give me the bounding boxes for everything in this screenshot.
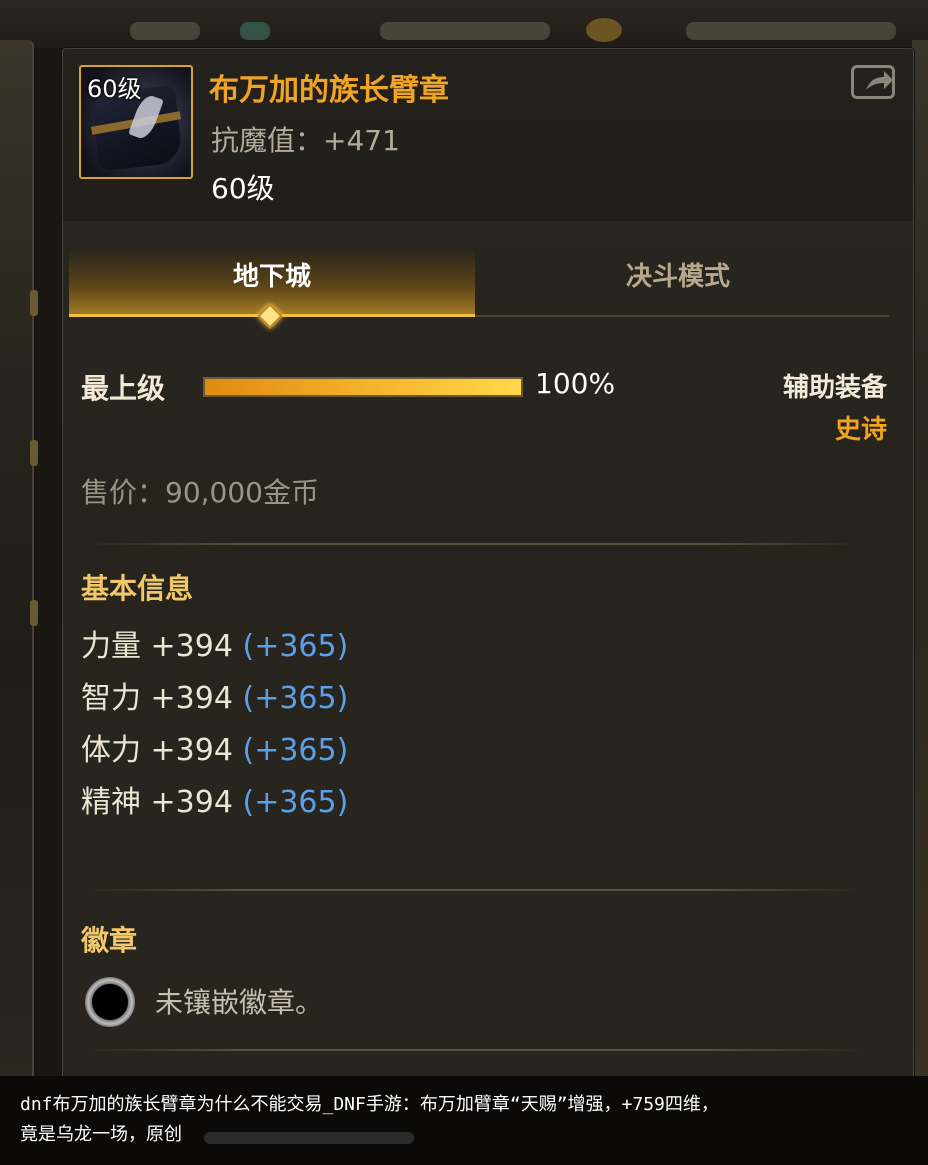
sell-price: 售价：90,000金币 (81, 476, 319, 509)
stat-list: 力量 +394 (+365) 智力 +394 (+365) 体力 +394 (+… (81, 621, 348, 829)
item-required-level: 60级 (211, 172, 275, 205)
background-pip (30, 440, 38, 466)
background-left-panel (0, 40, 38, 1080)
stat-bonus: (+365) (242, 785, 349, 820)
emblem-socket-ring (85, 977, 135, 1027)
basic-info-title: 基本信息 (81, 572, 194, 605)
equipment-type: 辅助装备 (782, 373, 887, 403)
grade-progress-bar (203, 377, 523, 397)
item-magic-defense: 抗魔值：+471 (211, 124, 400, 157)
stat-row-strength: 力量 +394 (+365) (81, 621, 348, 673)
stat-value: 体力 +394 (81, 733, 233, 768)
caption-line-2: 竟是乌龙一场，原创 (20, 1124, 182, 1145)
grade-percent: 100% (535, 367, 616, 400)
divider (85, 543, 863, 545)
caption-overlay: dnf布万加的族长臂章为什么不能交易_DNF手游：布万加臂章“天赐”增强，+75… (0, 1076, 928, 1165)
equipment-rarity: 史诗 (834, 415, 887, 445)
tab-pvp[interactable]: 决斗模式 (475, 249, 881, 315)
background-blur (380, 22, 550, 40)
stat-bonus: (+365) (242, 629, 349, 664)
background-top-bar (0, 0, 928, 48)
item-tooltip-panel: 60级 布万加的族长臂章 抗魔值：+471 60级 地下城 决斗模式 最上级 1… (62, 48, 914, 1082)
background-coin-icon (586, 18, 622, 42)
grade-progress-fill (205, 379, 521, 395)
item-armband-icon: 60级 (79, 65, 193, 179)
share-arrow-icon (866, 71, 893, 90)
item-name: 布万加的族长臂章 (209, 73, 449, 108)
stat-row-vitality: 体力 +394 (+365) (81, 725, 348, 777)
background-pip (30, 600, 38, 626)
caption-text: dnf布万加的族长臂章为什么不能交易_DNF手游：布万加臂章“天赐”增强，+75… (20, 1090, 900, 1150)
background-pip (30, 290, 38, 316)
mode-tabs: 地下城 决斗模式 (69, 249, 889, 329)
stat-value: 力量 +394 (81, 629, 233, 664)
caption-line-1: dnf布万加的族长臂章为什么不能交易_DNF手游：布万加臂章“天赐”增强，+75… (20, 1094, 719, 1115)
stat-value: 智力 +394 (81, 681, 233, 716)
caption-scrollbar[interactable] (204, 1132, 414, 1144)
item-level-badge: 60级 (87, 75, 142, 103)
stat-row-spirit: 精神 +394 (+365) (81, 777, 348, 829)
background-right-panel (912, 40, 928, 1080)
emblem-slot-text: 未镶嵌徽章。 (155, 986, 324, 1019)
item-header: 60级 布万加的族长臂章 抗魔值：+471 60级 (63, 49, 913, 221)
grade-label: 最上级 (81, 372, 166, 405)
emblem-slot-icon (85, 977, 135, 1027)
stat-row-intelligence: 智力 +394 (+365) (81, 673, 348, 725)
stat-bonus: (+365) (242, 681, 349, 716)
divider (85, 889, 863, 891)
divider (85, 1049, 863, 1051)
share-button[interactable] (851, 65, 895, 99)
tab-underline (69, 314, 889, 317)
emblem-title: 徽章 (81, 924, 138, 957)
background-blur (130, 22, 200, 40)
background-blur (686, 22, 896, 40)
stat-value: 精神 +394 (81, 785, 233, 820)
stat-bonus: (+365) (242, 733, 349, 768)
background-blur (240, 22, 270, 40)
